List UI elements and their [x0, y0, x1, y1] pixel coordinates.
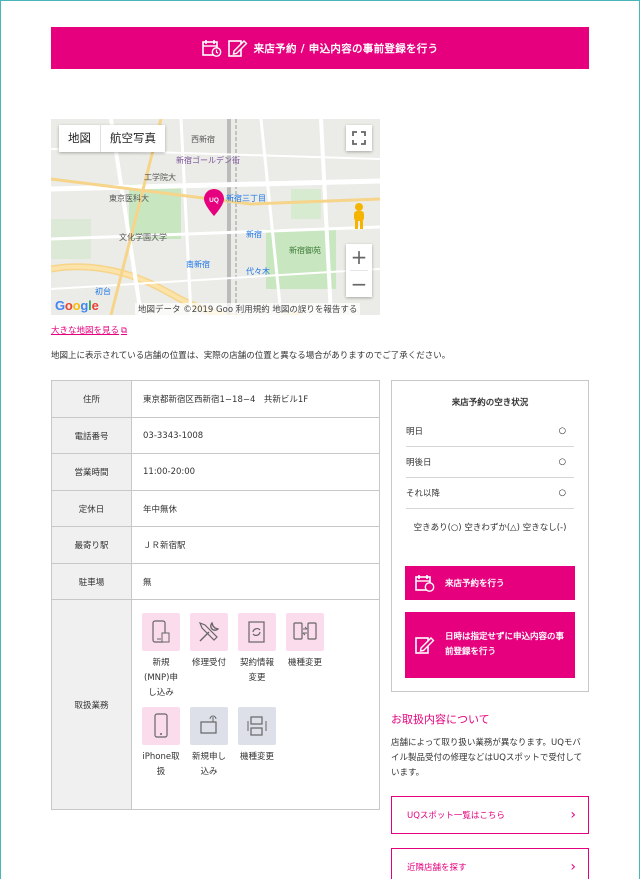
map-position-notice: 地図上に表示されている店舗の位置は、実際の店舗の位置と異なる場合がありますのでご…	[51, 351, 451, 361]
store-info-table: 住所 東京都新宿区西新宿1−18−4 共新ビル1F 電話番号 03-3343-1…	[51, 380, 380, 810]
list-item: それ以降 ○	[406, 478, 574, 509]
pegman-icon[interactable]	[348, 201, 370, 231]
store-location-pin[interactable]: UQ	[203, 189, 225, 220]
table-row: 住所 東京都新宿区西新宿1−18−4 共新ビル1F	[51, 380, 380, 418]
google-logo: Google	[55, 298, 99, 313]
availability-mark: ○	[558, 488, 566, 498]
nearby-stores-link[interactable]: 近隣店舗を探す ›	[391, 848, 589, 879]
reservation-panel: 来店予約の空き状況 明日 ○ 明後日 ○ それ以降 ○ 空きあり(○) 空きわずか(△…	[391, 380, 589, 692]
row-value-parking: 無	[131, 563, 380, 600]
router-icon	[190, 707, 228, 745]
availability-mark: ○	[558, 426, 566, 436]
table-row: 取扱業務 新規(MNP)申し込み 修理受付 契約情報変更 機種変更 iPhone…	[51, 599, 380, 810]
big-map-link[interactable]: 大きな地図を見る ⧉	[51, 324, 127, 336]
service-iphone: iPhone取扱	[142, 707, 190, 780]
contract-refresh-icon	[238, 613, 276, 651]
reserve-button[interactable]: 来店予約を行う	[405, 566, 575, 600]
map-label-shinjuku-station: 新宿	[246, 230, 262, 239]
zoom-out-button[interactable]: −	[346, 271, 372, 297]
pencil-note-icon	[227, 39, 248, 57]
iphone-icon	[142, 707, 180, 745]
service-repair: 修理受付	[190, 613, 238, 701]
row-key: 駐車場	[51, 563, 132, 600]
map-label-kogakuin: 工学院大	[144, 173, 176, 182]
about-title: お取扱内容について	[391, 713, 490, 726]
map-copyright[interactable]: 地図データ ©2019 Goo 利用規約 地図の誤りを報告する	[135, 303, 361, 315]
services-cell: 新規(MNP)申し込み 修理受付 契約情報変更 機種変更 iPhone取扱 新規…	[131, 599, 380, 810]
map-label-hatsudai: 初台	[95, 287, 111, 296]
map-label-west-shinjuku: 西新宿	[191, 135, 215, 144]
map-label-golden-gai: 新宿ゴールデン街	[176, 156, 240, 165]
map-label-tokyo-medical: 東京医科大	[109, 194, 149, 203]
service-router-change: 機種変更	[238, 707, 286, 780]
row-value-phone[interactable]: 03-3343-1008	[131, 417, 380, 454]
service-router-new: 新規申し込み	[190, 707, 238, 780]
chevron-right-icon: ›	[570, 807, 576, 823]
service-model-change: 機種変更	[286, 613, 334, 701]
preregister-button[interactable]: 日時は指定せずに申込内容の事前登録を行う	[405, 612, 575, 678]
router-swap-icon	[238, 707, 276, 745]
row-key: 取扱業務	[51, 599, 132, 810]
row-key: 営業時間	[51, 453, 132, 491]
row-value-holiday: 年中無休	[131, 490, 380, 527]
uq-spot-list-link[interactable]: UQスポット一覧はこちら ›	[391, 796, 589, 834]
phone-sim-icon	[142, 613, 180, 651]
map-tab-satellite[interactable]: 航空写真	[101, 125, 165, 152]
external-link-icon: ⧉	[121, 326, 128, 336]
about-text: 店舗によって取り扱い業務が異なります。UQモバイル製品受付の修理などはUQスポッ…	[391, 738, 583, 778]
pin-label: UQ	[209, 197, 219, 204]
tools-icon	[190, 613, 228, 651]
zoom-control: + −	[346, 244, 372, 297]
reserve-preregister-top-button[interactable]: 来店予約 / 申込内容の事前登録を行う	[51, 27, 589, 69]
row-value-address: 東京都新宿区西新宿1−18−4 共新ビル1F	[131, 380, 380, 418]
calendar-clock-icon	[201, 39, 222, 57]
availability-title: 来店予約の空き状況	[451, 398, 529, 408]
availability-list: 明日 ○ 明後日 ○ それ以降 ○	[406, 416, 574, 509]
list-item: 明日 ○	[406, 416, 574, 447]
zoom-in-button[interactable]: +	[346, 244, 372, 270]
row-key: 住所	[51, 380, 132, 418]
map-label-shinjuku-3: 新宿三丁目	[226, 194, 266, 203]
chevron-right-icon: ›	[570, 859, 576, 875]
row-key: 最寄り駅	[51, 526, 132, 564]
map-label-bunka: 文化学園大学	[119, 233, 167, 242]
map-type-tabs: 地図 航空写真	[59, 125, 165, 152]
row-key: 定休日	[51, 490, 132, 527]
top-button-label: 来店予約 / 申込内容の事前登録を行う	[253, 42, 439, 55]
store-map[interactable]: 西新宿 新宿ゴールデン街 工学院大 東京医科大 新宿三丁目 新宿 文化学園大学 …	[51, 119, 380, 315]
map-label-minami-shinjuku: 南新宿	[186, 260, 210, 269]
map-label-shinjuku-gyoen: 新宿御苑	[289, 246, 321, 255]
row-value-station: ＪＲ新宿駅	[131, 526, 380, 564]
table-row: 営業時間 11:00-20:00	[51, 453, 380, 491]
availability-mark: ○	[558, 457, 566, 467]
service-contract-change: 契約情報変更	[238, 613, 286, 701]
row-value-hours: 11:00-20:00	[131, 453, 380, 491]
row-key: 電話番号	[51, 417, 132, 454]
table-row: 定休日 年中無休	[51, 490, 380, 527]
table-row: 電話番号 03-3343-1008	[51, 417, 380, 454]
phone-swap-icon	[286, 613, 324, 651]
table-row: 駐車場 無	[51, 563, 380, 600]
table-row: 最寄り駅 ＪＲ新宿駅	[51, 526, 380, 564]
service-new-mnp: 新規(MNP)申し込み	[142, 613, 190, 701]
list-item: 明後日 ○	[406, 447, 574, 478]
map-tab-map[interactable]: 地図	[59, 125, 101, 152]
pencil-note-icon	[415, 636, 435, 654]
availability-legend: 空きあり(○) 空きわずか(△) 空きなし(-)	[413, 523, 567, 533]
map-label-yoyogi: 代々木	[246, 267, 270, 276]
fullscreen-icon[interactable]	[346, 125, 372, 151]
calendar-clock-icon	[415, 574, 435, 592]
